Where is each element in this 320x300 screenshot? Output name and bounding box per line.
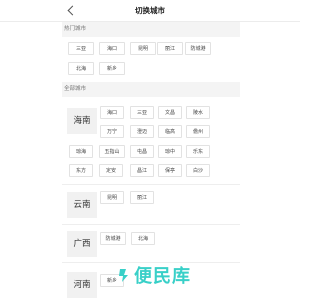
city-chip[interactable]: 文昌 xyxy=(158,106,182,119)
city-chip-haikou-hot[interactable]: 海口 xyxy=(99,42,125,55)
city-chip[interactable]: 澄迈 xyxy=(130,125,154,138)
city-chip[interactable]: 定安 xyxy=(99,164,123,177)
city-chip-sanya-hot[interactable]: 三亚 xyxy=(68,42,94,55)
city-chip[interactable]: 屯昌 xyxy=(130,145,154,158)
city-chip[interactable]: 乐东 xyxy=(186,145,210,158)
city-chip[interactable]: 儋州 xyxy=(186,125,210,138)
city-chip-lijiang-hot[interactable]: 丽江 xyxy=(157,42,183,55)
city-chip[interactable]: 陵水 xyxy=(186,106,210,119)
watermark: 便民库 xyxy=(118,262,191,288)
watermark-text: 便民库 xyxy=(134,266,191,287)
province-henan: 河南 xyxy=(67,272,97,298)
divider xyxy=(62,224,240,225)
city-chip[interactable]: 保亭 xyxy=(158,164,182,177)
city-chip[interactable]: 琼中 xyxy=(158,145,182,158)
section-all-cities: 全部城市 xyxy=(62,82,240,97)
city-chip[interactable]: 五指山 xyxy=(99,145,125,158)
city-chip[interactable]: 海口 xyxy=(100,106,124,119)
city-chip[interactable]: 东方 xyxy=(69,164,93,177)
page-title: 切换城市 xyxy=(135,6,165,15)
city-chip-xinxiang-hot[interactable]: 新乡 xyxy=(99,62,125,75)
city-chip-beihai-hot[interactable]: 北海 xyxy=(68,62,94,75)
city-chip[interactable]: 临高 xyxy=(158,125,182,138)
city-chip-fangchenggang-hot[interactable]: 防城港 xyxy=(185,42,211,55)
province-hainan: 海南 xyxy=(67,108,97,134)
city-chip[interactable]: 琼海 xyxy=(69,145,93,158)
section-hot-cities: 热门城市 xyxy=(62,22,240,37)
city-chip[interactable]: 昆明 xyxy=(100,191,124,204)
city-chip-kunming-hot[interactable]: 昆明 xyxy=(130,42,156,55)
city-chip[interactable]: 白沙 xyxy=(186,164,210,177)
city-chip[interactable]: 昌江 xyxy=(130,164,154,177)
header: 切换城市 xyxy=(0,0,300,22)
city-chip[interactable]: 北海 xyxy=(131,232,155,245)
province-yunnan: 云南 xyxy=(67,192,97,218)
province-guangxi: 广西 xyxy=(67,231,97,257)
city-chip[interactable]: 万宁 xyxy=(100,125,124,138)
divider xyxy=(62,184,240,185)
city-chip[interactable]: 三亚 xyxy=(130,106,154,119)
watermark-logo-icon xyxy=(119,269,128,282)
city-chip[interactable]: 丽江 xyxy=(130,191,154,204)
city-chip[interactable]: 防城港 xyxy=(100,232,126,245)
